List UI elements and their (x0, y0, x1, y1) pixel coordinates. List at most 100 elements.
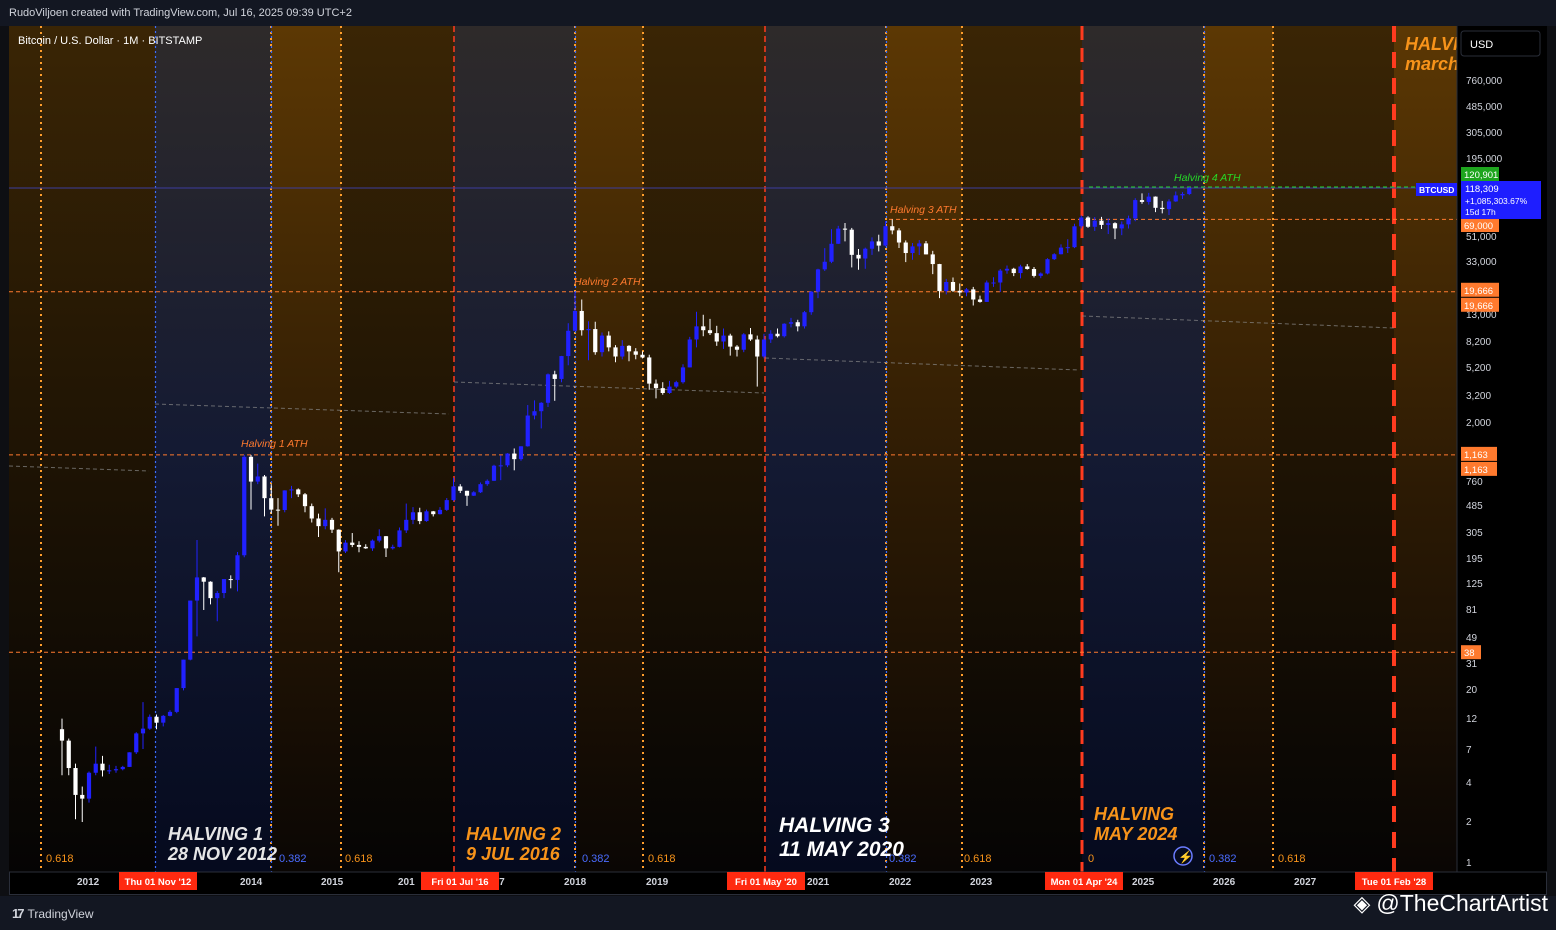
candle (282, 490, 287, 513)
cycle-band (1082, 26, 1204, 872)
candle (741, 333, 746, 353)
y-tick: 125 (1466, 579, 1483, 590)
top-bar: RudoViljoen created with TradingView.com… (0, 0, 1556, 26)
y-tick: 1 (1466, 858, 1472, 869)
cycle-band (765, 26, 886, 872)
currency-button[interactable]: USD (1460, 30, 1541, 57)
candle (559, 355, 564, 383)
candle (984, 280, 989, 302)
fib-label: 0.382 (279, 853, 307, 865)
watermark: ◈ @TheChartArtist (1353, 890, 1548, 917)
halving-name: HALVI (1405, 34, 1459, 54)
candle (397, 527, 402, 548)
cycle-bands (9, 26, 1457, 872)
fib-label: 0.382 (1209, 853, 1237, 865)
fib-label: 0.618 (648, 853, 676, 865)
candle (134, 732, 139, 755)
svg-text:Thu 01 Nov '12: Thu 01 Nov '12 (125, 877, 192, 888)
price-tag: 19,666 (1461, 297, 1499, 312)
x-tick: 2018 (564, 877, 587, 888)
candle (1045, 258, 1050, 275)
cycle-band (9, 26, 155, 872)
price-tag: 120,901 (1461, 167, 1499, 181)
y-tick: 2 (1466, 817, 1472, 828)
x-tick: 2019 (646, 877, 669, 888)
svg-text:1,163: 1,163 (1464, 450, 1488, 461)
lightning-glyph: ⚡ (1178, 850, 1193, 864)
candle (545, 373, 551, 407)
svg-text:19,666: 19,666 (1464, 286, 1493, 297)
svg-text:120,901: 120,901 (1464, 170, 1498, 181)
tradingview-logo[interactable]: 17 TradingView (12, 906, 94, 921)
x-tick: 2012 (77, 877, 100, 888)
fib-label: 0.618 (46, 853, 74, 865)
y-tick: 7 (1466, 745, 1472, 756)
x-tick: 2014 (240, 877, 263, 888)
ath-label: Halving 3 ATH (890, 204, 957, 216)
y-tick: 81 (1466, 605, 1478, 616)
svg-text:Mon 01 Apr '24: Mon 01 Apr '24 (1051, 877, 1119, 888)
y-tick: 2,000 (1466, 418, 1491, 429)
candle (181, 659, 186, 691)
candle (147, 714, 152, 730)
y-tick: 4 (1466, 778, 1472, 789)
fib-label: 0.382 (889, 853, 917, 865)
fib-label: 0.382 (582, 853, 610, 865)
y-tick: 33,000 (1466, 257, 1497, 268)
candle (174, 688, 179, 714)
svg-text:1,163: 1,163 (1464, 465, 1488, 476)
candle (518, 446, 524, 461)
y-tick: 305 (1466, 528, 1483, 539)
symbol-title: Bitcoin / U.S. Dollar · 1M · BITSTAMP (18, 35, 202, 47)
price-tag: 69,000 (1461, 218, 1499, 232)
ath-label: Halving 2 ATH (574, 276, 641, 288)
svg-text:19,666: 19,666 (1464, 301, 1493, 312)
svg-text:Fri 01 May '20: Fri 01 May '20 (735, 877, 797, 888)
credit-text: RudoViljoen created with TradingView.com… (9, 7, 352, 19)
x-tick: 2015 (321, 877, 344, 888)
candle (782, 323, 787, 338)
cycle-band (1204, 26, 1273, 872)
svg-text:15d 17h: 15d 17h (1465, 207, 1496, 217)
svg-text:38: 38 (1464, 648, 1475, 659)
candle (809, 291, 814, 315)
candle (505, 453, 510, 468)
ath-label: Halving 4 ATH (1174, 172, 1241, 184)
y-tick: 760 (1466, 477, 1483, 488)
cycle-band (1394, 26, 1457, 872)
halving-name: HALVING 1 (168, 824, 263, 844)
x-tick: 2021 (807, 877, 830, 888)
candle (188, 600, 193, 661)
candle (86, 771, 92, 803)
y-tick: 12 (1466, 714, 1478, 725)
y-tick: 20 (1466, 685, 1478, 696)
tradingview-label: TradingView (27, 906, 94, 921)
halving-name: HALVING 3 (779, 814, 890, 837)
price-chart[interactable]: Halving 1 ATH Halving 2 ATH Halving 3 ATH H… (9, 26, 1547, 895)
candle (424, 509, 429, 522)
x-tick: 2027 (1294, 877, 1317, 888)
svg-text:Tue 01 Feb '28: Tue 01 Feb '28 (1362, 877, 1426, 888)
x-tick: 2026 (1213, 877, 1236, 888)
svg-text:Fri 01 Jul '16: Fri 01 Jul '16 (431, 877, 488, 888)
candle (1072, 223, 1077, 249)
y-tick: 8,200 (1466, 337, 1491, 348)
y-tick: 5,200 (1466, 363, 1491, 374)
cycle-band (962, 26, 1082, 872)
halving-date-badge: Tue 01 Feb '28 (1355, 872, 1433, 890)
halving-date-badge: Thu 01 Nov '12 (119, 872, 197, 890)
svg-text:69,000: 69,000 (1464, 221, 1493, 232)
svg-text:+1,085,303.67%: +1,085,303.67% (1465, 196, 1528, 206)
candle (127, 752, 132, 767)
fib-label: 0.618 (964, 853, 992, 865)
halving-date: MAY 2024 (1094, 824, 1177, 844)
tradingview-icon: 17 (12, 906, 25, 921)
candle (687, 336, 692, 368)
bottom-bar (0, 896, 1556, 930)
y-tick: 195,000 (1466, 154, 1503, 165)
y-tick: 3,200 (1466, 391, 1491, 402)
candle (1133, 198, 1138, 222)
y-tick: 31 (1466, 659, 1478, 670)
diamond-logo-icon: ◈ (1353, 890, 1371, 916)
price-tag: 38 (1461, 645, 1481, 660)
